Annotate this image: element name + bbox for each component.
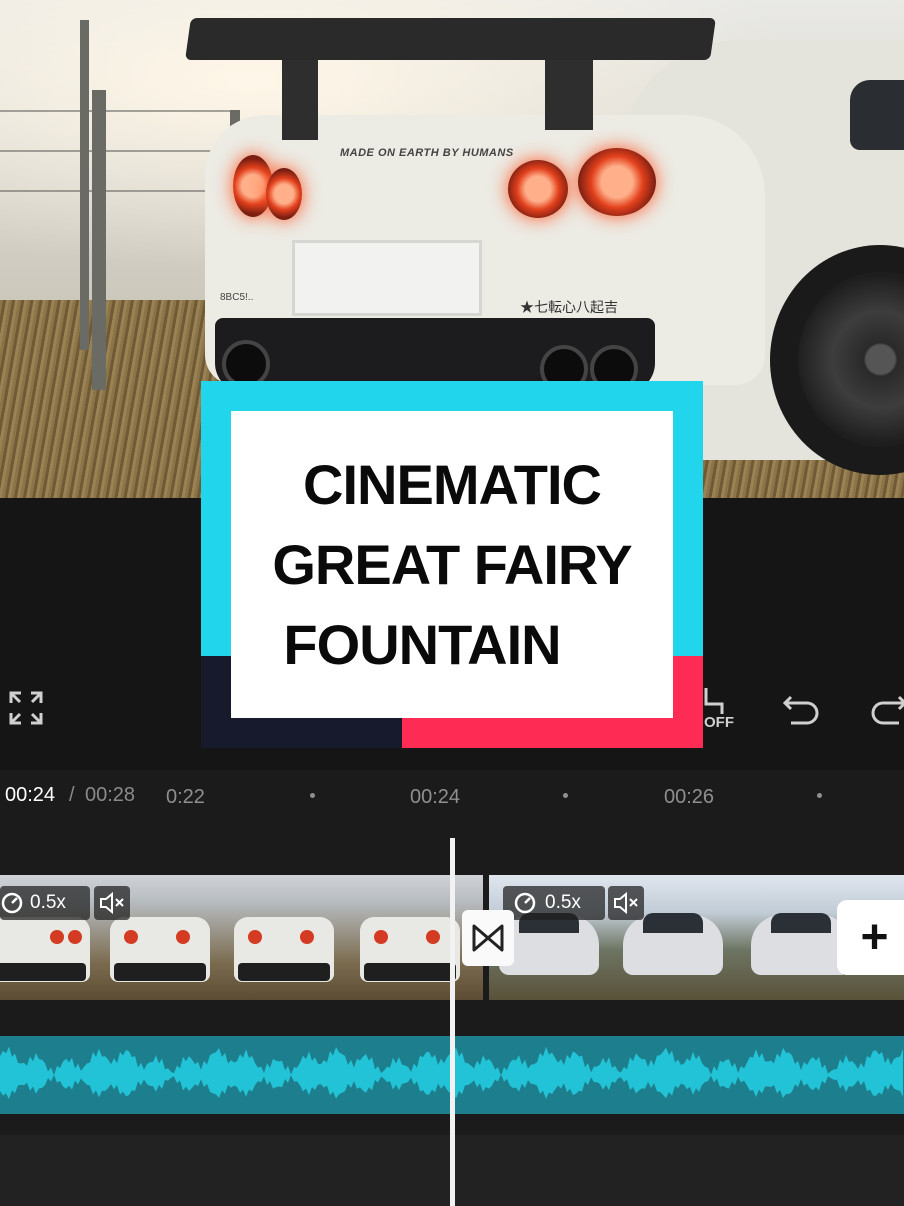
license-plate bbox=[292, 240, 482, 316]
speaker-muted-icon bbox=[100, 892, 124, 914]
fence-wire bbox=[0, 110, 240, 112]
overlay-title-panel: CINEMATIC GREAT FAIRY FOUNTAIN bbox=[231, 411, 673, 718]
fence-wire bbox=[0, 150, 240, 152]
playhead[interactable] bbox=[450, 838, 455, 1206]
ruler-tick-label: 00:24 bbox=[410, 786, 461, 808]
clip-speed-label: 0.5x bbox=[545, 892, 581, 913]
ruler-dot bbox=[817, 793, 822, 798]
car-window bbox=[850, 80, 904, 150]
title-card-overlay: CINEMATIC GREAT FAIRY FOUNTAIN bbox=[201, 381, 703, 748]
add-clip-button[interactable]: + bbox=[837, 900, 904, 975]
keyframe-off-icon[interactable]: OFF bbox=[700, 684, 740, 732]
speaker-muted-icon bbox=[614, 892, 638, 914]
ruler-tick-label: 00:26 bbox=[664, 786, 715, 808]
fence-post bbox=[92, 90, 106, 390]
clip-speed-chip[interactable]: 0.5x bbox=[503, 886, 605, 920]
bowtie-transition-icon bbox=[472, 924, 504, 952]
title-line: CINEMATIC bbox=[303, 452, 602, 516]
title-line: GREAT FAIRY bbox=[272, 532, 632, 596]
clip-speed-label: 0.5x bbox=[30, 892, 66, 913]
redo-icon[interactable] bbox=[868, 686, 904, 728]
rear-sticker-text: ★七転心八起吉 bbox=[520, 299, 618, 315]
transition-button[interactable] bbox=[462, 910, 514, 966]
speed-gauge-icon bbox=[514, 892, 536, 914]
rear-left-decal: 8BC5!.. bbox=[220, 292, 254, 303]
clip-thumbnail bbox=[224, 875, 351, 1000]
total-duration: 00:28 bbox=[85, 784, 136, 806]
clip-speed-chip[interactable]: 0.5x bbox=[0, 886, 90, 920]
title-line: FOUNTAIN bbox=[283, 612, 561, 676]
tail-light bbox=[266, 168, 302, 220]
current-time: 00:24 bbox=[5, 784, 56, 806]
speed-gauge-icon bbox=[1, 892, 23, 914]
clip-mute-chip[interactable] bbox=[608, 886, 644, 920]
tail-light bbox=[578, 148, 656, 216]
fullscreen-icon[interactable] bbox=[4, 686, 48, 730]
ruler-tick-label: 0:22 bbox=[166, 786, 205, 808]
keyframe-state-label: OFF bbox=[704, 714, 734, 731]
fence-wire bbox=[0, 190, 240, 192]
ruler-dot bbox=[563, 793, 568, 798]
fence-post bbox=[80, 20, 89, 350]
tail-light bbox=[508, 160, 568, 218]
wing-strut bbox=[545, 50, 593, 130]
clip-mute-chip[interactable] bbox=[94, 886, 130, 920]
ruler-dot bbox=[310, 793, 315, 798]
rear-wing bbox=[185, 18, 716, 60]
time-separator: / bbox=[69, 784, 75, 806]
rear-badge-text: MADE ON EARTH BY HUMANS bbox=[340, 147, 514, 159]
wing-strut bbox=[282, 50, 318, 140]
undo-icon[interactable] bbox=[780, 686, 822, 728]
